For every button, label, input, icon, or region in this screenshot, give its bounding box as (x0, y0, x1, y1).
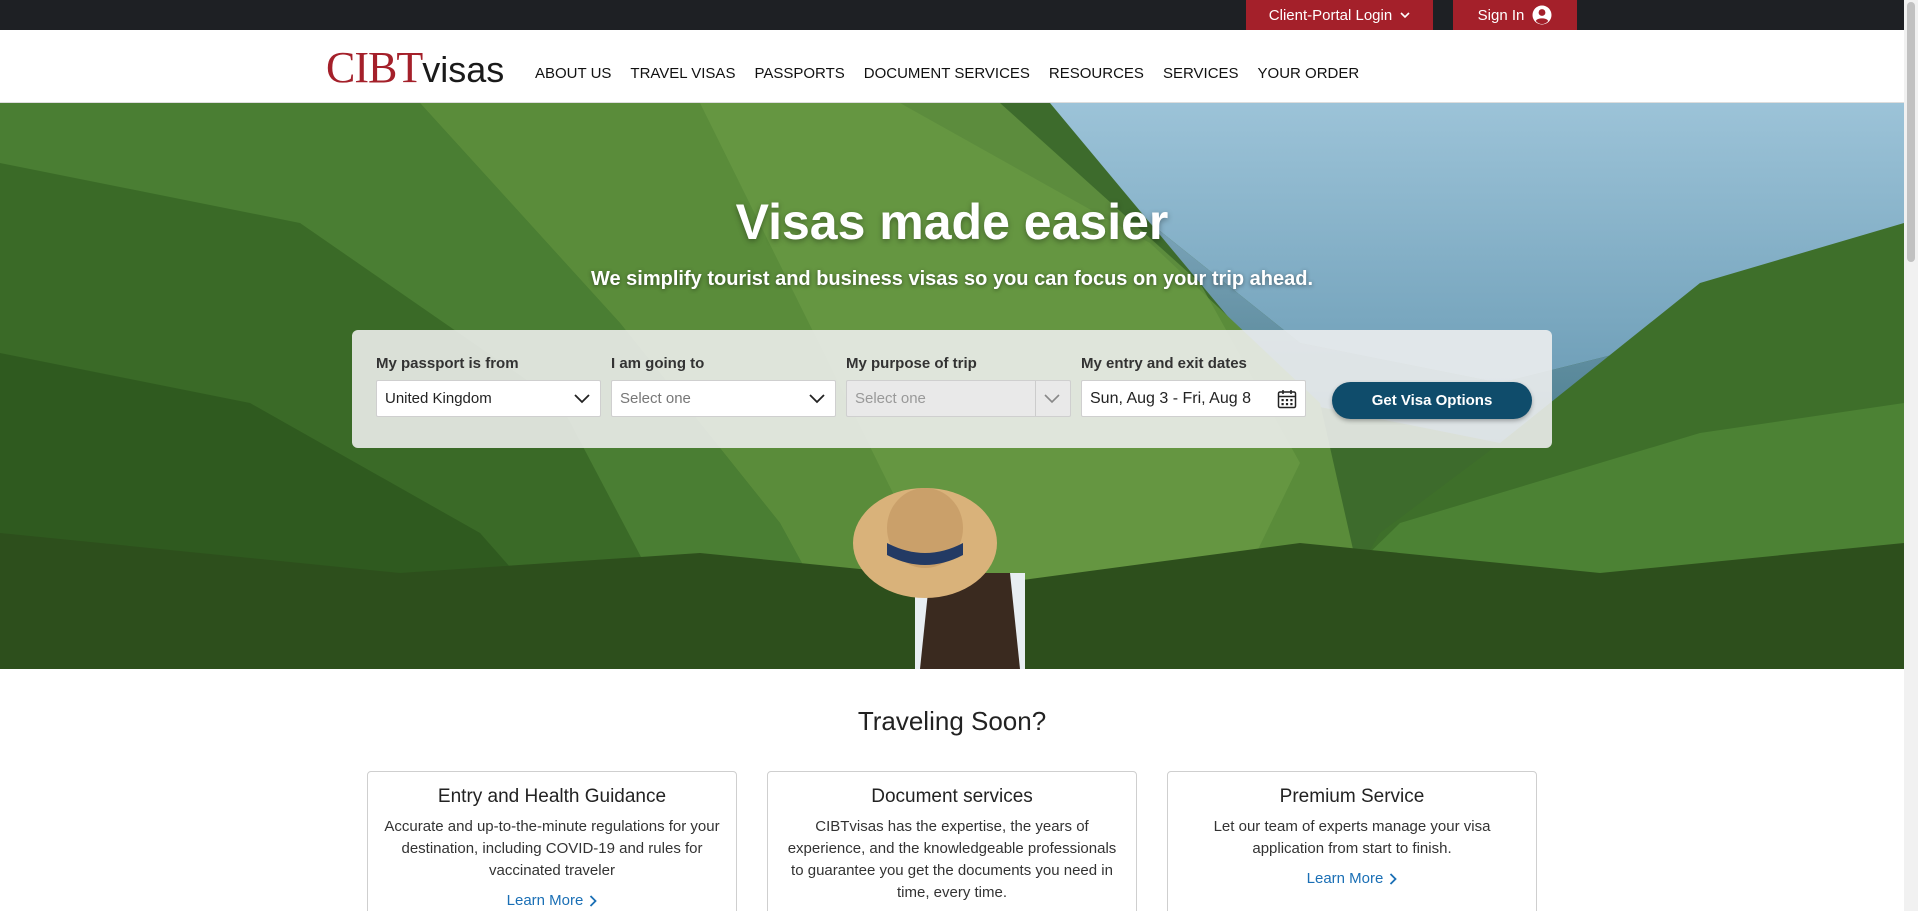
premium-service-card: Premium Service Let our team of experts … (1167, 771, 1537, 911)
learn-more-link[interactable]: Learn More (507, 892, 598, 909)
chevron-down-icon (809, 393, 825, 403)
purpose-select: Select one (846, 380, 1071, 417)
purpose-label: My purpose of trip (846, 355, 977, 372)
card-text: Accurate and up-to-the-minute regulation… (384, 818, 720, 879)
nav-travel-visas[interactable]: TRAVEL VISAS (630, 65, 735, 82)
entry-health-card: Entry and Health Guidance Accurate and u… (367, 771, 737, 911)
dates-picker[interactable]: Sun, Aug 3 - Fri, Aug 8 (1081, 380, 1306, 417)
document-services-card: Document services CIBTvisas has the expe… (767, 771, 1137, 911)
destination-select-value: Select one (620, 390, 691, 407)
calendar-icon[interactable] (1277, 389, 1297, 409)
chevron-down-icon (1400, 12, 1410, 19)
purpose-chevron-box (1035, 381, 1060, 416)
visa-search-form: My passport is from United Kingdom I am … (352, 330, 1552, 448)
chevron-right-icon (1390, 872, 1398, 885)
sign-in-button[interactable]: Sign In (1453, 0, 1577, 30)
card-title: Premium Service (1279, 786, 1425, 807)
client-portal-login-label: Client-Portal Login (1268, 6, 1393, 24)
dates-field: My entry and exit dates Sun, Aug 3 - Fri… (1081, 355, 1306, 417)
card-title: Document services (871, 786, 1033, 807)
hero-title: Visas made easier (735, 194, 1169, 250)
chevron-right-icon (590, 894, 598, 907)
cibtvisas-logo[interactable]: CIBT visas (326, 43, 505, 92)
sign-in-label: Sign In (1477, 6, 1525, 24)
passport-select[interactable]: United Kingdom (376, 380, 601, 417)
page-scrollbar[interactable] (1904, 0, 1918, 911)
dates-label: My entry and exit dates (1081, 355, 1247, 372)
logo-cibt-text: CIBT (326, 43, 423, 92)
scrollbar-thumb[interactable] (1907, 2, 1915, 262)
nav-resources[interactable]: RESOURCES (1049, 65, 1144, 82)
destination-label: I am going to (611, 355, 705, 372)
destination-field: I am going to Select one (611, 355, 836, 417)
card-text: CIBTvisas has the expertise, the years o… (787, 818, 1117, 901)
card-text: Let our team of experts manage your visa… (1213, 818, 1491, 857)
nav-services[interactable]: SERVICES (1163, 65, 1239, 82)
user-circle-icon (1532, 5, 1552, 25)
site-header: CIBT visas ABOUT US TRAVEL VISAS PASSPOR… (0, 30, 1904, 103)
passport-select-value: United Kingdom (385, 390, 492, 407)
learn-more-link[interactable]: Learn More (1307, 870, 1398, 887)
top-utility-bar: Client-Portal Login Sign In (0, 0, 1904, 30)
passport-field: My passport is from United Kingdom (376, 355, 601, 417)
card-title: Entry and Health Guidance (437, 786, 667, 807)
dates-value: Sun, Aug 3 - Fri, Aug 8 (1090, 389, 1251, 407)
chevron-down-icon (1044, 393, 1060, 403)
nav-your-order[interactable]: YOUR ORDER (1258, 65, 1360, 82)
nav-passports[interactable]: PASSPORTS (754, 65, 844, 82)
learn-more-label: Learn More (506, 892, 584, 909)
purpose-field: My purpose of trip Select one (846, 355, 1071, 417)
traveling-soon-title: Traveling Soon? (857, 706, 1047, 736)
client-portal-login-button[interactable]: Client-Portal Login (1246, 0, 1433, 30)
hero-subtitle: We simplify tourist and business visas s… (590, 268, 1314, 290)
destination-select[interactable]: Select one (611, 380, 836, 417)
passport-label: My passport is from (376, 355, 519, 372)
get-visa-options-button[interactable]: Get Visa Options (1332, 382, 1532, 419)
purpose-select-value: Select one (855, 390, 926, 407)
hero-banner: Visas made easier We simplify tourist an… (0, 103, 1904, 669)
logo-visas-text: visas (422, 49, 505, 90)
main-nav: ABOUT US TRAVEL VISAS PASSPORTS DOCUMENT… (535, 65, 1359, 82)
nav-about-us[interactable]: ABOUT US (535, 65, 611, 82)
chevron-down-icon (574, 393, 590, 403)
nav-document-services[interactable]: DOCUMENT SERVICES (864, 65, 1030, 82)
learn-more-label: Learn More (1306, 870, 1384, 887)
